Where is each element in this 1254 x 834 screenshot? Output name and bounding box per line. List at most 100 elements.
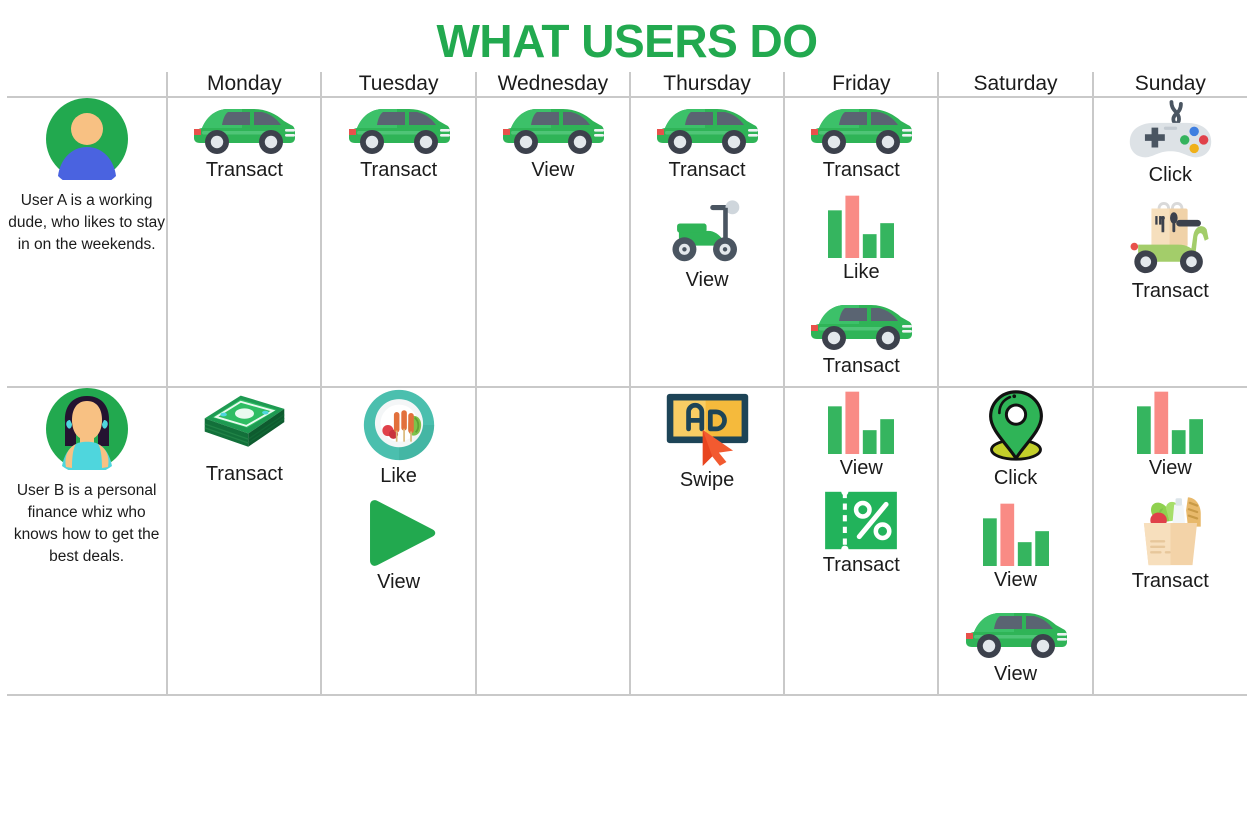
activity-label: Click [993,467,1038,489]
activity-item[interactable]: Click [981,388,1051,490]
activity-cell-wednesday [474,387,630,696]
activity-label: View [839,457,883,479]
header-tuesday: Tuesday [320,72,476,98]
activity-stack: Transact [168,98,320,190]
car-icon [809,98,913,156]
gamepad-icon [1126,98,1215,161]
activity-item[interactable]: Transact [1131,490,1210,593]
activity-label: View [994,663,1038,685]
activity-cell-friday: View Transact [783,387,939,696]
activity-stack: Transact View [631,98,783,300]
header-friday: Friday [783,72,939,98]
header-monday: Monday [166,72,322,98]
grocery-bag-icon [1131,490,1210,567]
activity-stack: Click Transact [1094,98,1247,311]
header-thursday: Thursday [628,72,785,98]
page-root: WHAT USERS DO Monday Tuesday Wednesday T… [0,0,1254,834]
car-icon [192,98,296,156]
activity-label: Transact [360,159,438,181]
user-description: User A is a working dude, who likes to s… [8,192,166,253]
activity-stack: Click View View [939,388,1091,694]
avatar-user-b [7,388,166,470]
activity-cell-wednesday: View [474,97,630,388]
activity-item[interactable]: View [824,388,898,480]
activity-item[interactable]: Transact [199,388,290,486]
activity-item[interactable]: Transact [192,98,296,182]
activity-item[interactable]: View [1133,388,1207,480]
activity-item[interactable]: Transact [809,98,913,182]
user-profile-cell: User B is a personal finance whiz who kn… [7,387,168,696]
activity-stack: Swipe [631,388,783,500]
activity-item[interactable]: Click [1126,98,1215,187]
bar-chart-icon [979,500,1053,566]
user-row-user-b: User B is a personal finance whiz who kn… [7,387,1247,696]
activity-stack [939,98,1091,99]
grid-header-row: Monday Tuesday Wednesday Thursday Friday… [7,72,1247,98]
activity-label: Transact [205,159,283,181]
activity-cell-monday: Transact [166,97,322,388]
activity-item[interactable]: Transact [809,294,913,378]
activity-item[interactable]: View [501,98,605,182]
activity-cell-friday: Transact Like Transact [783,97,939,388]
activity-item[interactable]: View [666,192,749,292]
header-saturday: Saturday [937,72,1093,98]
activity-label: Like [842,261,880,283]
activity-item[interactable]: Swipe [663,388,752,492]
activity-label: Transact [822,554,900,576]
activity-item[interactable]: Like [362,388,436,488]
activity-stack: View Transact [785,388,937,585]
avatar-user-a [7,98,166,180]
activity-cell-thursday: Transact View [628,97,785,388]
money-stack-icon [199,388,290,460]
activity-stack: Transact [322,98,474,190]
bar-chart-icon [824,388,898,454]
activity-item[interactable]: View [359,498,438,594]
activity-item[interactable]: Transact [822,488,900,577]
user-profile-cell: User A is a working dude, who likes to s… [7,97,168,388]
activity-cell-tuesday: Transact [320,97,476,388]
activity-cell-saturday: Click View View [937,387,1093,696]
activity-label: Transact [822,159,900,181]
activity-label: Transact [205,463,283,485]
grid-body: User A is a working dude, who likes to s… [7,97,1247,696]
activity-label: View [377,571,421,593]
activity-grid: Monday Tuesday Wednesday Thursday Friday… [7,72,1247,696]
activity-cell-sunday: View Transact [1091,387,1247,696]
activity-label: Transact [668,159,746,181]
activity-cell-sunday: Click Transact [1091,97,1247,388]
map-pin-icon [981,388,1051,464]
food-plate-icon [362,388,436,462]
car-icon [501,98,605,156]
user-row-user-a: User A is a working dude, who likes to s… [7,97,1247,388]
activity-cell-saturday [937,97,1093,388]
activity-label: View [685,269,729,291]
activity-label: View [531,159,575,181]
activity-label: View [1148,457,1192,479]
activity-item[interactable]: Transact [655,98,759,182]
activity-item[interactable]: View [964,602,1068,686]
scooter-icon [666,192,749,266]
bar-chart-icon [1133,388,1207,454]
activity-item[interactable]: Transact [1121,197,1220,303]
car-icon [655,98,759,156]
header-wednesday: Wednesday [474,72,630,98]
play-icon [359,498,438,568]
user-description: User B is a personal finance whiz who kn… [13,482,160,565]
ad-cursor-icon [663,388,752,466]
activity-label: Swipe [679,469,735,491]
activity-item[interactable]: View [979,500,1053,592]
activity-label: Transact [1131,280,1209,302]
activity-item[interactable]: Like [824,192,898,284]
activity-label: View [994,569,1038,591]
bar-chart-icon [824,192,898,258]
activity-stack: Transact Like Transact [785,98,937,386]
activity-stack: View Transact [1094,388,1247,601]
activity-label: Like [380,465,417,487]
activity-stack [477,388,629,389]
car-icon [347,98,451,156]
car-icon [964,602,1068,660]
header-user-column [7,72,168,98]
activity-item[interactable]: Transact [347,98,451,182]
activity-label: Transact [1131,570,1209,592]
activity-cell-thursday: Swipe [628,387,785,696]
